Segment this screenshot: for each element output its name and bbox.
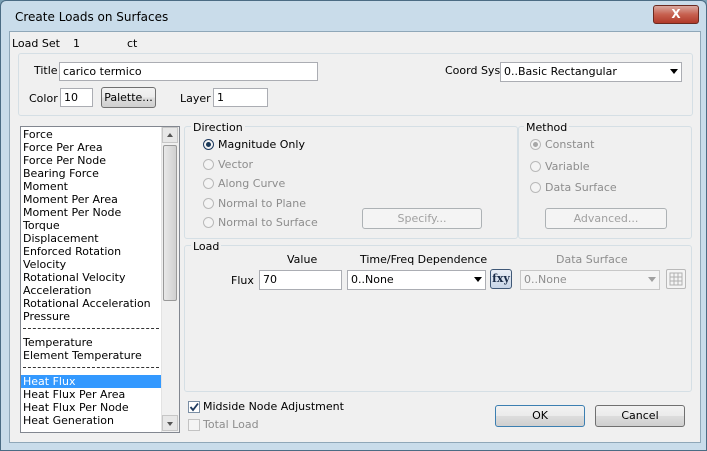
list-item[interactable]: Moment [23, 180, 68, 193]
list-item[interactable]: Bearing Force [23, 167, 99, 180]
function-editor-button[interactable]: fxy [490, 269, 512, 289]
radio-selected-icon [530, 139, 541, 150]
data-surface-value: 0..None [524, 273, 567, 286]
data-surface-editor-button[interactable] [666, 269, 686, 289]
flux-value-input[interactable]: 70 [259, 270, 342, 290]
palette-button[interactable]: Palette... [101, 87, 156, 108]
list-item[interactable]: Heat Flux Per Area [23, 388, 125, 401]
list-item[interactable]: Heat Generation [23, 414, 114, 427]
checkbox-checked-icon [188, 401, 200, 413]
coord-sys-label: Coord Sys [445, 64, 501, 77]
specify-button[interactable]: Specify... [362, 208, 482, 229]
title-bar: Create Loads on Surfaces X [1, 1, 706, 31]
load-set-name: ct [127, 37, 138, 50]
radio-label: Data Surface [545, 181, 617, 194]
create-loads-dialog: Create Loads on Surfaces X Load Set 1 ct… [0, 0, 707, 451]
chevron-down-icon [648, 277, 656, 282]
list-item[interactable]: Temperature [23, 336, 93, 349]
table-grid-icon [669, 272, 683, 286]
close-icon: X [671, 7, 681, 21]
cancel-button[interactable]: Cancel [595, 405, 685, 427]
radio-label: Constant [545, 138, 595, 151]
ok-button[interactable]: OK [495, 405, 585, 427]
value-header: Value [287, 253, 318, 266]
list-item[interactable]: Force [23, 128, 53, 141]
flux-label: Flux [231, 274, 254, 287]
radio-icon [203, 198, 214, 209]
arrow-up-icon [167, 133, 173, 137]
list-scrollbar[interactable] [161, 127, 179, 432]
list-item[interactable]: Displacement [23, 232, 99, 245]
coord-sys-select[interactable]: 0..Basic Rectangular [500, 62, 682, 82]
radio-label: Along Curve [218, 177, 286, 190]
layer-input[interactable]: 1 [213, 88, 268, 107]
list-item[interactable]: Heat Flux Per Node [23, 401, 129, 414]
radio-label: Magnitude Only [218, 138, 305, 151]
method-label: Method [524, 121, 570, 134]
radio-icon [203, 159, 214, 170]
direction-label: Direction [191, 121, 245, 134]
color-input[interactable]: 10 [60, 88, 93, 107]
radio-selected-icon [203, 139, 214, 150]
close-button[interactable]: X [653, 5, 699, 24]
data-surface-header: Data Surface [556, 253, 628, 266]
radio-icon [203, 178, 214, 189]
list-separator [23, 367, 159, 368]
list-item-selected[interactable]: Heat Flux [21, 375, 162, 388]
load-type-list[interactable]: Force Force Per Area Force Per Node Bear… [20, 126, 180, 433]
list-item[interactable]: Acceleration [23, 284, 91, 297]
radio-icon [203, 217, 214, 228]
color-label: Color [29, 92, 58, 105]
coord-sys-value: 0..Basic Rectangular [504, 65, 617, 78]
list-item[interactable]: Moment Per Node [23, 206, 121, 219]
total-load-checkbox[interactable]: Total Load [188, 418, 388, 432]
title-label: Title [34, 64, 58, 77]
dialog-body: Load Set 1 ct Title carico termico Coord… [9, 31, 701, 443]
load-set-id: 1 [73, 37, 80, 50]
arrow-down-icon [167, 422, 173, 426]
list-item[interactable]: Velocity [23, 258, 66, 271]
load-group [184, 245, 692, 392]
midside-node-checkbox[interactable]: Midside Node Adjustment [188, 400, 388, 414]
list-item[interactable]: Force Per Area [23, 141, 103, 154]
time-dependence-select[interactable]: 0..None [347, 270, 486, 290]
list-item[interactable]: Torque [23, 219, 60, 232]
list-item[interactable]: Pressure [23, 310, 70, 323]
data-surface-select[interactable]: 0..None [520, 270, 660, 290]
scroll-thumb[interactable] [163, 145, 177, 301]
time-dependence-value: 0..None [351, 273, 394, 286]
scroll-down-button[interactable] [162, 415, 178, 431]
list-separator [23, 328, 159, 329]
fxy-icon: fxy [492, 272, 510, 285]
window-title: Create Loads on Surfaces [15, 10, 169, 24]
list-item[interactable]: Force Per Node [23, 154, 106, 167]
checkbox-icon [188, 419, 200, 431]
scroll-up-button[interactable] [162, 127, 178, 143]
list-item[interactable]: Enforced Rotation [23, 245, 121, 258]
time-freq-header: Time/Freq Dependence [360, 253, 488, 266]
radio-label: Vector [218, 158, 254, 171]
list-item[interactable]: Rotational Velocity [23, 271, 125, 284]
radio-icon [530, 161, 541, 172]
radio-icon [530, 182, 541, 193]
load-label: Load [191, 240, 222, 253]
layer-label: Layer [180, 92, 211, 105]
chevron-down-icon [670, 69, 678, 74]
list-item[interactable]: Moment Per Area [23, 193, 118, 206]
radio-label: Normal to Plane [218, 197, 307, 210]
radio-label: Variable [545, 160, 590, 173]
total-load-label: Total Load [203, 418, 259, 431]
load-set-label: Load Set [12, 37, 60, 50]
chevron-down-icon [474, 277, 482, 282]
title-input[interactable]: carico termico [59, 62, 318, 81]
list-item[interactable]: Element Temperature [23, 349, 142, 362]
list-item[interactable]: Rotational Acceleration [23, 297, 151, 310]
advanced-button[interactable]: Advanced... [545, 208, 667, 229]
radio-label: Normal to Surface [218, 216, 318, 229]
midside-node-label: Midside Node Adjustment [203, 400, 344, 413]
